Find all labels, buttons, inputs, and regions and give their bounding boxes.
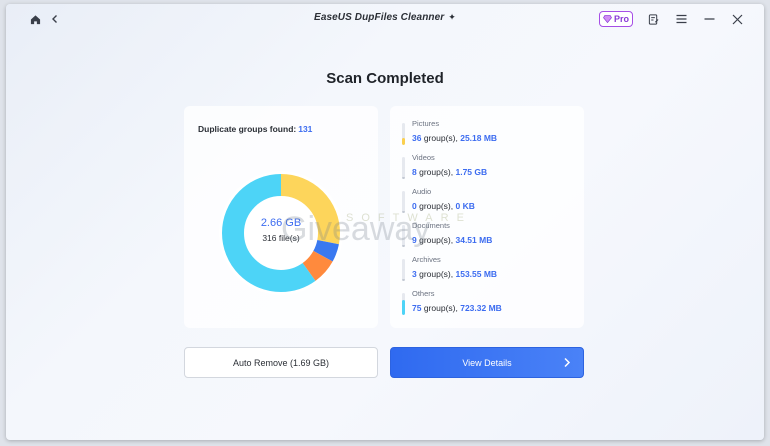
category-size: 34.51 MB	[455, 235, 493, 245]
auto-remove-button[interactable]: Auto Remove (1.69 GB)	[184, 347, 378, 378]
category-name: Audio	[412, 187, 432, 196]
duplicate-groups-text: Duplicate groups found:	[198, 124, 297, 134]
category-item-videos: Videos 8 group(s), 1.75 GB	[402, 153, 582, 181]
category-name: Documents	[412, 221, 450, 230]
category-groups-suffix: group(s),	[421, 133, 458, 143]
total-size: 2.66 GB	[260, 217, 302, 229]
sparkle-icon: ✦	[448, 12, 456, 22]
category-bar	[402, 123, 405, 145]
title-bar: EaseUS DupFiles Cleanner ✦ Pro	[6, 4, 764, 34]
category-bar-fill	[402, 278, 405, 281]
summary-card: Duplicate groups found: 131 2.66 GB 316 f…	[184, 106, 378, 328]
category-groups-suffix: group(s),	[421, 303, 458, 313]
minimize-icon[interactable]	[700, 10, 718, 28]
total-files: 316 file(s)	[262, 233, 300, 243]
view-details-button[interactable]: View Details	[390, 347, 584, 378]
duplicate-groups-count: 131	[298, 124, 313, 134]
category-name: Videos	[412, 153, 435, 162]
category-bar-fill	[402, 211, 405, 213]
category-size: 0 KB	[455, 201, 475, 211]
category-groups-suffix: group(s),	[416, 269, 454, 279]
category-bar	[402, 259, 405, 281]
category-bar	[402, 225, 405, 247]
category-name: Others	[412, 289, 435, 298]
page-title: Scan Completed	[326, 70, 444, 87]
category-size: 1.75 GB	[455, 167, 488, 177]
category-name: Archives	[412, 255, 441, 264]
chevron-right-icon	[564, 357, 571, 368]
category-item-documents: Documents 9 group(s), 34.51 MB	[402, 221, 582, 249]
category-groups-suffix: group(s),	[416, 235, 454, 245]
category-value: 0 group(s), 0 KB	[412, 201, 475, 211]
category-value: 9 group(s), 34.51 MB	[412, 235, 492, 245]
category-bar-fill	[402, 138, 405, 145]
duplicate-groups-label: Duplicate groups found: 131	[198, 124, 312, 134]
category-size: 25.18 MB	[460, 133, 498, 143]
category-bar-fill	[402, 176, 405, 179]
app-window: EaseUS DupFiles Cleanner ✦ Pro Scan Compl…	[6, 4, 764, 440]
category-value: 36 group(s), 25.18 MB	[412, 133, 497, 143]
category-item-audio: Audio 0 group(s), 0 KB	[402, 187, 582, 215]
category-value: 3 group(s), 153.55 MB	[412, 269, 497, 279]
feedback-icon[interactable]	[644, 10, 662, 28]
category-item-archives: Archives 3 group(s), 153.55 MB	[402, 255, 582, 283]
category-item-others: Others 75 group(s), 723.32 MB	[402, 289, 582, 317]
pro-badge[interactable]: Pro	[599, 11, 633, 27]
category-bar-fill	[402, 244, 405, 247]
category-value: 75 group(s), 723.32 MB	[412, 303, 502, 313]
category-name: Pictures	[412, 119, 440, 128]
category-bar	[402, 157, 405, 179]
diamond-icon	[603, 15, 612, 23]
category-value: 8 group(s), 1.75 GB	[412, 167, 487, 177]
category-size: 723.32 MB	[460, 303, 502, 313]
view-details-label: View Details	[462, 357, 512, 368]
app-title-text: EaseUS DupFiles Cleanner	[314, 12, 445, 23]
auto-remove-label: Auto Remove (1.69 GB)	[232, 357, 330, 368]
category-list: Pictures 36 group(s), 25.18 MB Videos 8 gro…	[390, 106, 584, 328]
category-bar	[402, 191, 405, 213]
category-groups-suffix: group(s),	[416, 201, 454, 211]
category-groups-suffix: group(s),	[416, 167, 454, 177]
category-bar-fill	[402, 299, 405, 315]
category-bar	[402, 293, 405, 315]
category-item-pictures: Pictures 36 group(s), 25.18 MB	[402, 119, 582, 147]
pro-label: Pro	[613, 14, 629, 24]
close-icon[interactable]	[728, 10, 746, 28]
category-size: 153.55 MB	[455, 269, 498, 279]
menu-icon[interactable]	[672, 10, 690, 28]
